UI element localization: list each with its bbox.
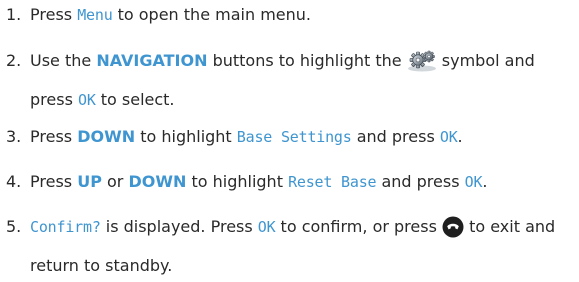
step-number: 2. xyxy=(6,51,22,70)
key-label-down: DOWN xyxy=(128,172,187,191)
step-number: 1. xyxy=(6,5,22,24)
step-text: Confirm? is displayed. Press OK to confi… xyxy=(30,210,575,282)
step-text-segment: to highlight xyxy=(135,127,237,146)
step-text-segment: Use the xyxy=(30,51,97,70)
lcd-text-ok: OK xyxy=(439,128,458,146)
step-text-segment: buttons to highlight the xyxy=(207,51,407,70)
lcd-text-ok: OK xyxy=(77,91,96,109)
settings-gears-icon xyxy=(407,50,437,83)
step-text-segment: Press xyxy=(30,172,78,191)
step-text-segment: to open the main menu. xyxy=(112,5,311,24)
key-label-navigation: NAVIGATION xyxy=(96,51,208,70)
lcd-text-base-settings: Base Settings xyxy=(236,128,352,146)
step-text-segment: . xyxy=(482,172,488,191)
step-text-segment: and press xyxy=(376,172,465,191)
step-text-segment: or xyxy=(101,172,129,191)
step-text-segment: Press xyxy=(30,127,78,146)
step-text-segment: . xyxy=(457,127,463,146)
lcd-text-confirm: Confirm? xyxy=(30,218,101,236)
lcd-text-reset-base: Reset Base xyxy=(288,173,377,191)
step-text-segment: and press xyxy=(351,127,440,146)
key-label-up: UP xyxy=(77,172,102,191)
end-call-handset-icon xyxy=(442,216,464,249)
step-text: Press DOWN to highlight Base Settings an… xyxy=(30,126,575,148)
lcd-text-ok: OK xyxy=(257,218,276,236)
step-text-segment: to confirm, or press xyxy=(275,217,442,236)
step-number: 4. xyxy=(6,172,22,191)
step-number: 5. xyxy=(6,217,22,236)
step-text: Use the NAVIGATION buttons to highlight … xyxy=(30,44,575,117)
step-text-segment: to select. xyxy=(95,90,175,109)
step-number: 3. xyxy=(6,127,22,146)
step-text: Press Menu to open the main menu. xyxy=(30,4,575,26)
step-text-segment: Press xyxy=(30,5,78,24)
key-label-down: DOWN xyxy=(77,127,136,146)
step-text-segment: to highlight xyxy=(186,172,289,191)
step-text-segment: is displayed. Press xyxy=(100,217,258,236)
lcd-text-menu: Menu xyxy=(77,6,113,24)
step-text: Press UP or DOWN to highlight Reset Base… xyxy=(30,171,575,193)
lcd-text-ok: OK xyxy=(464,173,483,191)
